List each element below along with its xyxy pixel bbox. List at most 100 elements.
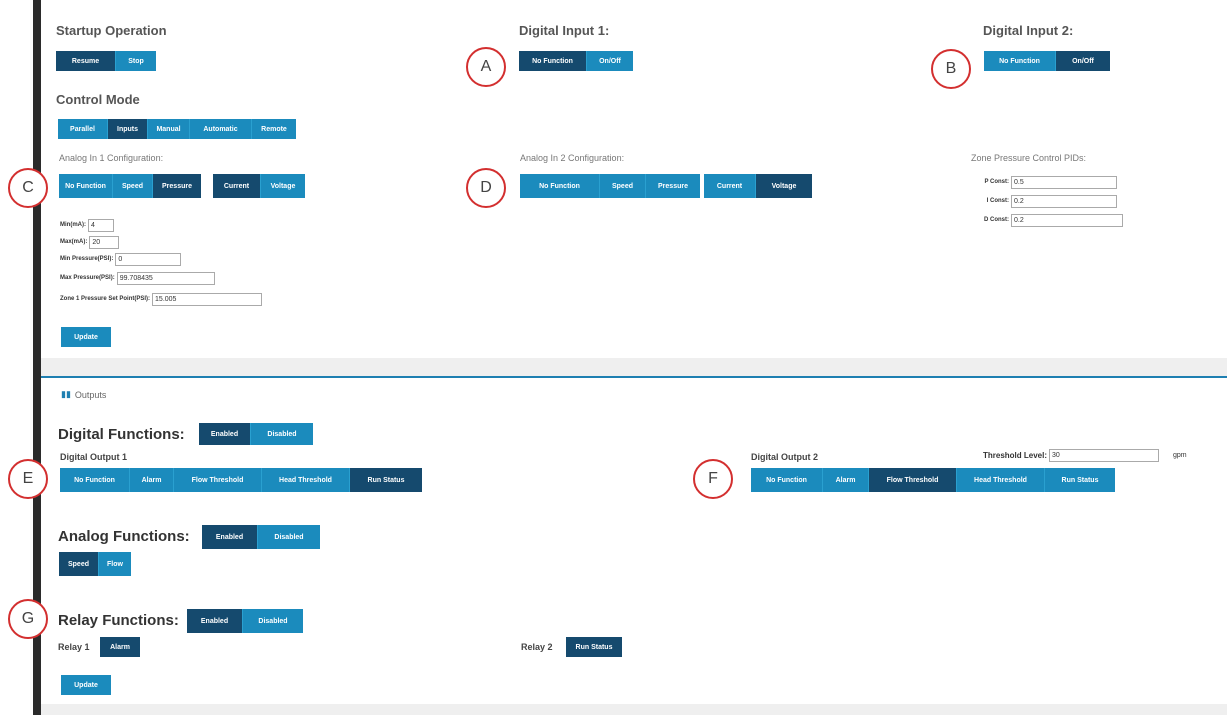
- digital-functions-title: Digital Functions:: [58, 426, 185, 443]
- p-const-input[interactable]: [1011, 175, 1117, 189]
- mode-automatic-button[interactable]: Automatic: [190, 119, 252, 139]
- threshold-input[interactable]: [1049, 448, 1160, 462]
- zone-pid-title: Zone Pressure Control PIDs:: [971, 153, 1087, 163]
- marker-c: C: [8, 168, 48, 208]
- do2-flow-threshold-button[interactable]: Flow Threshold: [869, 468, 957, 492]
- marker-g: G: [8, 599, 48, 639]
- bar-chart-icon: ▮▮: [61, 389, 71, 399]
- di1-on-off-button[interactable]: On/Off: [587, 51, 633, 71]
- digital-output-2-group: No Function Alarm Flow Threshold Head Th…: [751, 468, 1115, 492]
- outputs-update-button[interactable]: Update: [61, 675, 111, 695]
- max-pressure-input[interactable]: [116, 271, 215, 285]
- relay-1-alarm-button[interactable]: Alarm: [100, 637, 140, 657]
- marker-e: E: [8, 459, 48, 499]
- relay-1-label: Relay 1: [58, 642, 90, 652]
- marker-b: B: [931, 49, 971, 89]
- analog-flow-button[interactable]: Flow: [99, 552, 131, 576]
- marker-f: F: [693, 459, 733, 499]
- zone-setpoint-label: Zone 1 Pressure Set Point(PSI):: [60, 296, 151, 302]
- i-const-field: I Const:: [972, 194, 1117, 208]
- mode-remote-button[interactable]: Remote: [252, 119, 296, 139]
- resume-button[interactable]: Resume: [56, 51, 116, 71]
- inputs-update-button[interactable]: Update: [61, 327, 111, 347]
- p-const-label: P Const:: [984, 179, 1009, 185]
- analog-in-1-title: Analog In 1 Configuration:: [59, 153, 164, 163]
- min-pressure-input[interactable]: [115, 252, 182, 266]
- di2-on-off-button[interactable]: On/Off: [1056, 51, 1110, 71]
- analog-output-group: Speed Flow: [59, 552, 131, 576]
- d-const-input[interactable]: [1011, 213, 1123, 227]
- ai2-speed-button[interactable]: Speed: [600, 174, 646, 198]
- threshold-field: Threshold Level: gpm: [983, 448, 1187, 462]
- digital-output-2-label: Digital Output 2: [751, 452, 818, 462]
- do1-alarm-button[interactable]: Alarm: [130, 468, 174, 492]
- digital-enabled-button[interactable]: Enabled: [199, 423, 251, 445]
- i-const-input[interactable]: [1011, 194, 1117, 208]
- relay-functions-toggle: Enabled Disabled: [187, 609, 303, 633]
- digital-output-1-label: Digital Output 1: [60, 452, 127, 462]
- relay-2-run-status-button[interactable]: Run Status: [566, 637, 622, 657]
- max-ma-input[interactable]: [89, 235, 120, 249]
- ai1-voltage-button[interactable]: Voltage: [261, 174, 305, 198]
- ai1-pressure-button[interactable]: Pressure: [153, 174, 201, 198]
- analog-functions-title: Analog Functions:: [58, 528, 190, 545]
- mode-inputs-button[interactable]: Inputs: [108, 119, 148, 139]
- zone-setpoint-input[interactable]: [152, 292, 263, 306]
- relay-functions-title: Relay Functions:: [58, 612, 179, 629]
- analog-speed-button[interactable]: Speed: [59, 552, 99, 576]
- do1-run-status-button[interactable]: Run Status: [350, 468, 422, 492]
- do2-run-status-button[interactable]: Run Status: [1045, 468, 1115, 492]
- digital-functions-toggle: Enabled Disabled: [199, 423, 313, 445]
- do2-head-threshold-button[interactable]: Head Threshold: [957, 468, 1045, 492]
- analog-in-1-type-group: Current Voltage: [213, 174, 305, 198]
- relay-2-group: Run Status: [566, 637, 622, 657]
- p-const-field: P Const:: [972, 175, 1117, 189]
- do1-flow-threshold-button[interactable]: Flow Threshold: [174, 468, 262, 492]
- di2-no-function-button[interactable]: No Function: [984, 51, 1056, 71]
- ai2-no-function-button[interactable]: No Function: [520, 174, 600, 198]
- relay-enabled-button[interactable]: Enabled: [187, 609, 243, 633]
- ai2-voltage-button[interactable]: Voltage: [756, 174, 812, 198]
- analog-disabled-button[interactable]: Disabled: [258, 525, 320, 549]
- mode-parallel-button[interactable]: Parallel: [58, 119, 108, 139]
- analog-in-2-title: Analog In 2 Configuration:: [520, 153, 625, 163]
- do2-alarm-button[interactable]: Alarm: [823, 468, 869, 492]
- ai1-no-function-button[interactable]: No Function: [59, 174, 113, 198]
- min-ma-field: Min(mA):: [60, 218, 114, 232]
- do2-no-function-button[interactable]: No Function: [751, 468, 823, 492]
- digital-input-1-title: Digital Input 1:: [519, 23, 610, 38]
- stop-button[interactable]: Stop: [116, 51, 156, 71]
- ai2-pressure-button[interactable]: Pressure: [646, 174, 700, 198]
- do1-head-threshold-button[interactable]: Head Threshold: [262, 468, 350, 492]
- outputs-tab[interactable]: ▮▮ Outputs: [61, 389, 106, 400]
- analog-enabled-button[interactable]: Enabled: [202, 525, 258, 549]
- max-pressure-field: Max Pressure(PSI):: [60, 271, 215, 285]
- startup-title: Startup Operation: [56, 23, 167, 38]
- outputs-update-group: Update: [61, 675, 111, 695]
- min-pressure-label: Min Pressure(PSI):: [60, 256, 114, 262]
- max-pressure-label: Max Pressure(PSI):: [60, 275, 115, 281]
- ai2-current-button[interactable]: Current: [704, 174, 756, 198]
- d-const-field: D Const:: [972, 213, 1123, 227]
- startup-button-group: Resume Stop: [56, 51, 156, 71]
- digital-input-2-button-group: No Function On/Off: [984, 51, 1110, 71]
- analog-in-1-function-group: No Function Speed Pressure: [59, 174, 201, 198]
- ai1-current-button[interactable]: Current: [213, 174, 261, 198]
- panel-gap: [41, 358, 1227, 376]
- analog-functions-toggle: Enabled Disabled: [202, 525, 320, 549]
- i-const-label: I Const:: [986, 198, 1009, 204]
- digital-output-1-group: No Function Alarm Flow Threshold Head Th…: [60, 468, 422, 492]
- zone-setpoint-field: Zone 1 Pressure Set Point(PSI):: [60, 292, 263, 306]
- max-ma-field: Max(mA):: [60, 235, 120, 249]
- digital-input-2-title: Digital Input 2:: [983, 23, 1074, 38]
- min-pressure-field: Min Pressure(PSI):: [60, 252, 182, 266]
- min-ma-input[interactable]: [88, 218, 114, 232]
- mode-manual-button[interactable]: Manual: [148, 119, 190, 139]
- d-const-label: D Const:: [984, 217, 1009, 223]
- do1-no-function-button[interactable]: No Function: [60, 468, 130, 492]
- ai1-speed-button[interactable]: Speed: [113, 174, 153, 198]
- digital-disabled-button[interactable]: Disabled: [251, 423, 313, 445]
- outputs-tab-label: Outputs: [74, 389, 107, 400]
- di1-no-function-button[interactable]: No Function: [519, 51, 587, 71]
- relay-disabled-button[interactable]: Disabled: [243, 609, 303, 633]
